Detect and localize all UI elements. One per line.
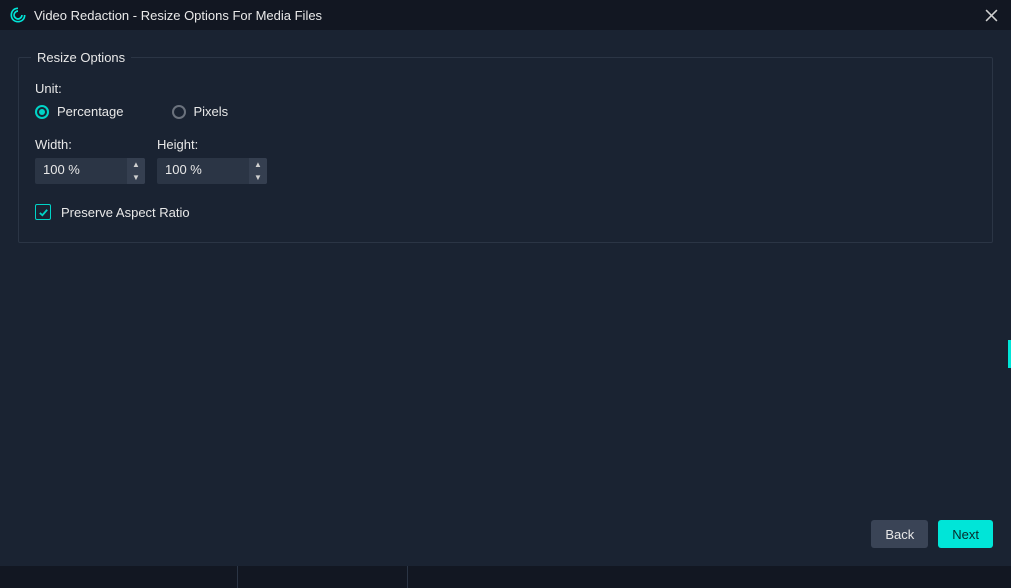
next-button[interactable]: Next <box>938 520 993 548</box>
preserve-aspect-label: Preserve Aspect Ratio <box>61 205 190 220</box>
back-button[interactable]: Back <box>871 520 928 548</box>
height-field: Height: 100 % ▲ ▼ <box>157 137 267 184</box>
width-stepper: ▲ ▼ <box>127 158 145 184</box>
status-segment <box>238 566 408 588</box>
height-label: Height: <box>157 137 267 152</box>
close-button[interactable] <box>981 5 1001 25</box>
unit-radio-group: Percentage Pixels <box>35 104 976 119</box>
width-field: Width: 100 % ▲ ▼ <box>35 137 145 184</box>
height-spinner[interactable]: 100 % ▲ ▼ <box>157 158 267 184</box>
radio-label: Percentage <box>57 104 124 119</box>
radio-label: Pixels <box>194 104 229 119</box>
height-value[interactable]: 100 % <box>157 158 249 184</box>
checkbox-icon <box>35 204 51 220</box>
close-icon <box>985 9 998 22</box>
dimensions-row: Width: 100 % ▲ ▼ Height: 100 % ▲ ▼ <box>35 137 976 184</box>
window-title: Video Redaction - Resize Options For Med… <box>34 8 981 23</box>
width-label: Width: <box>35 137 145 152</box>
status-segment <box>0 566 238 588</box>
status-bar <box>0 566 1011 588</box>
preserve-aspect-checkbox[interactable]: Preserve Aspect Ratio <box>35 204 976 220</box>
resize-options-group: Resize Options Unit: Percentage Pixels W… <box>18 50 993 243</box>
group-legend: Resize Options <box>31 50 131 65</box>
unit-label: Unit: <box>35 81 976 96</box>
width-step-up[interactable]: ▲ <box>127 158 145 171</box>
width-spinner[interactable]: 100 % ▲ ▼ <box>35 158 145 184</box>
app-logo-icon <box>10 7 26 23</box>
radio-circle-icon <box>35 105 49 119</box>
radio-pixels[interactable]: Pixels <box>172 104 229 119</box>
radio-percentage[interactable]: Percentage <box>35 104 124 119</box>
height-step-up[interactable]: ▲ <box>249 158 267 171</box>
height-stepper: ▲ ▼ <box>249 158 267 184</box>
footer-buttons: Back Next <box>871 520 993 548</box>
radio-circle-icon <box>172 105 186 119</box>
width-value[interactable]: 100 % <box>35 158 127 184</box>
height-step-down[interactable]: ▼ <box>249 171 267 184</box>
titlebar: Video Redaction - Resize Options For Med… <box>0 0 1011 30</box>
width-step-down[interactable]: ▼ <box>127 171 145 184</box>
content-area: Resize Options Unit: Percentage Pixels W… <box>0 30 1011 263</box>
